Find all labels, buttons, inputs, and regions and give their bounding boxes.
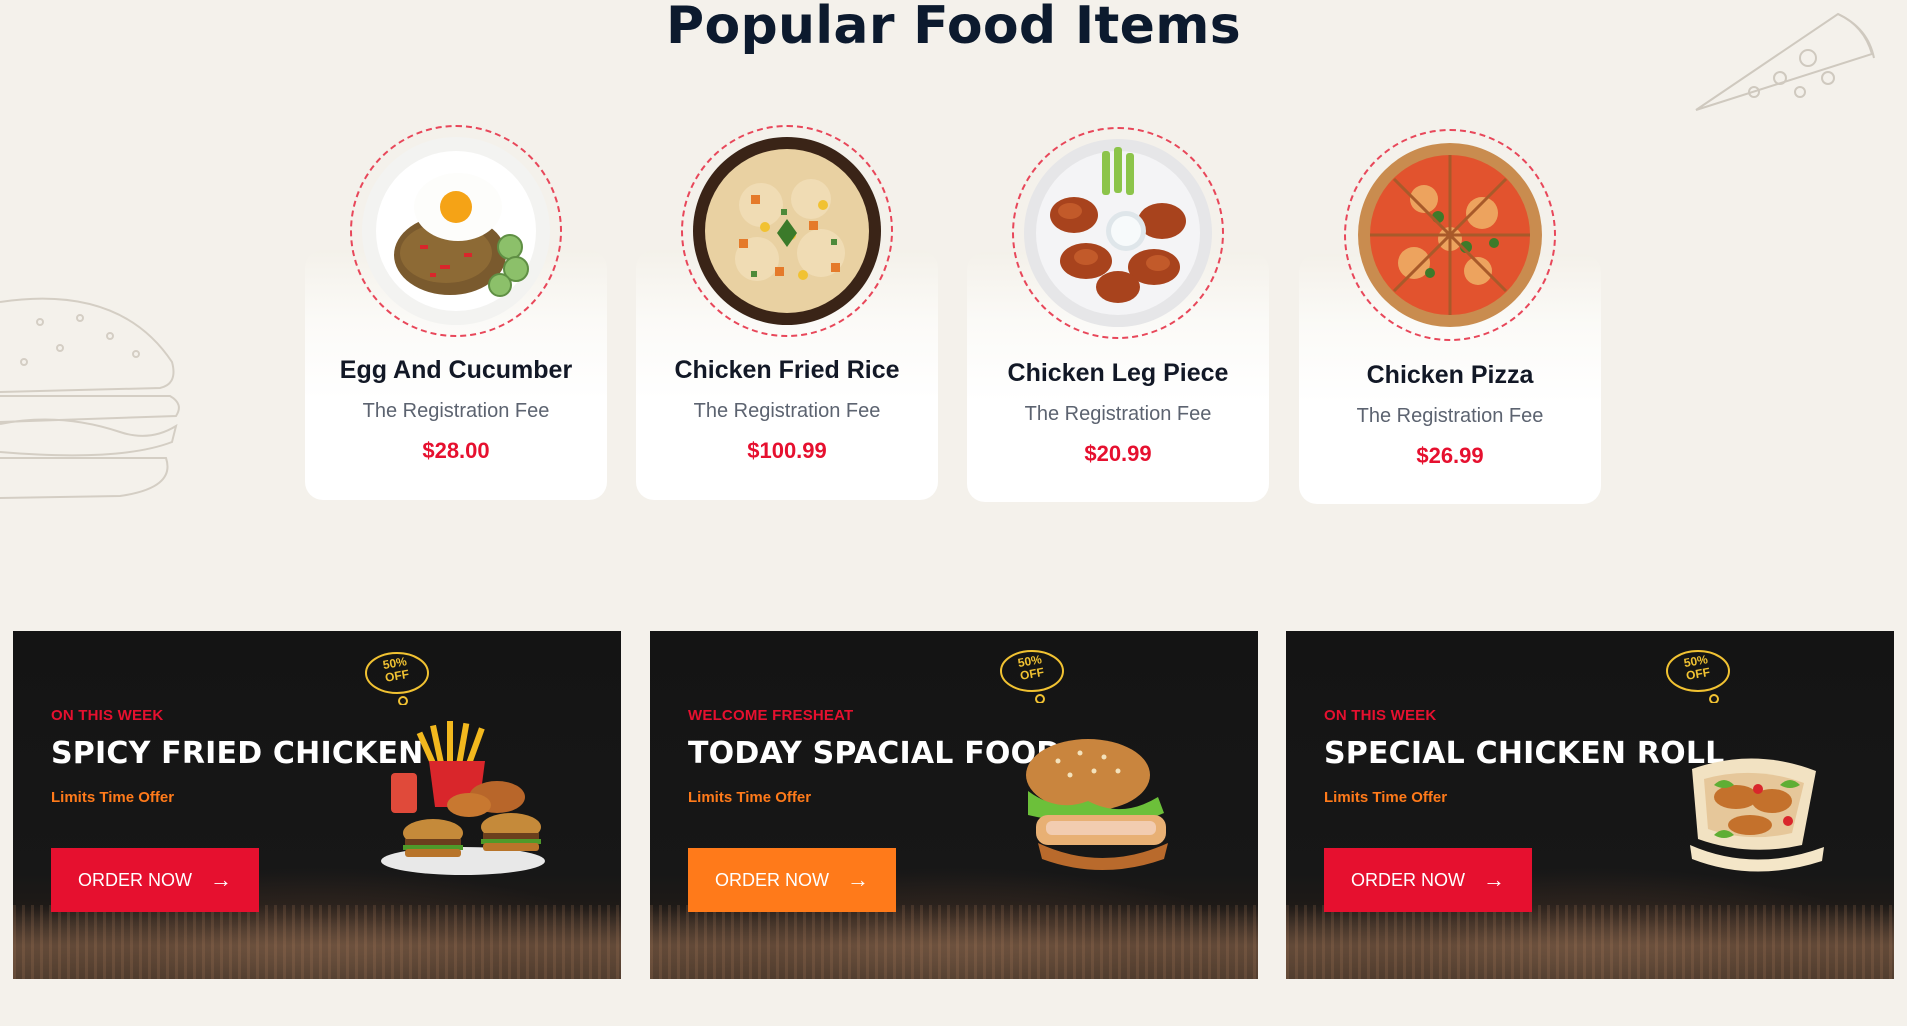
food-name: Chicken Fried Rice bbox=[674, 356, 900, 384]
food-price: $28.00 bbox=[422, 438, 490, 463]
food-image[interactable] bbox=[1012, 127, 1224, 339]
food-name: Chicken Leg Piece bbox=[1007, 359, 1229, 387]
order-now-button[interactable]: ORDER NOW → bbox=[51, 848, 259, 912]
chicken-wings-plate-icon bbox=[1024, 139, 1212, 327]
order-now-label: ORDER NOW bbox=[715, 869, 829, 890]
food-name: Chicken Pizza bbox=[1366, 361, 1534, 389]
food-subtitle: The Registration Fee bbox=[1024, 403, 1212, 425]
fried-chicken-combo-icon bbox=[381, 721, 545, 875]
food-subtitle: The Registration Fee bbox=[693, 400, 881, 422]
food-name: Egg And Cucumber bbox=[339, 356, 573, 384]
food-subtitle: The Registration Fee bbox=[362, 400, 550, 422]
food-price: $20.99 bbox=[1084, 441, 1152, 466]
order-now-label: ORDER NOW bbox=[78, 869, 192, 890]
food-image[interactable] bbox=[681, 125, 893, 337]
banner-floor bbox=[13, 905, 621, 979]
banner-title: SPECIAL CHICKEN ROLL bbox=[1324, 736, 1725, 771]
banner-offer: Limits Time Offer bbox=[51, 789, 175, 806]
promo-banner: WELCOME FRESHEAT TODAY SPACIAL FOOD Limi… bbox=[650, 631, 1258, 979]
pizza-icon bbox=[1358, 143, 1542, 327]
banner-kicker: ON THIS WEEK bbox=[1324, 707, 1437, 724]
banner-offer: Limits Time Offer bbox=[1324, 789, 1448, 806]
banner-kicker: ON THIS WEEK bbox=[51, 707, 164, 724]
banner-title: SPICY FRIED CHICKEN bbox=[51, 736, 424, 771]
order-now-button[interactable]: ORDER NOW → bbox=[688, 848, 896, 912]
food-price: $26.99 bbox=[1416, 443, 1484, 468]
popular-food-page: Popular Food Items Egg And Cucumber The … bbox=[0, 0, 1907, 1026]
arrow-right-icon: → bbox=[847, 867, 869, 892]
chicken-roll-icon bbox=[1690, 758, 1824, 872]
banner-floor bbox=[650, 905, 1258, 979]
banner-floor bbox=[1286, 905, 1894, 979]
promo-banner: ON THIS WEEK SPICY FRIED CHICKEN Limits … bbox=[13, 631, 621, 979]
banner-title: TODAY SPACIAL FOOD bbox=[688, 736, 1062, 771]
order-now-label: ORDER NOW bbox=[1351, 869, 1465, 890]
fried-rice-bowl-icon bbox=[693, 137, 881, 325]
food-image[interactable] bbox=[350, 125, 562, 337]
arrow-right-icon: → bbox=[210, 867, 232, 892]
banner-offer: Limits Time Offer bbox=[688, 789, 812, 806]
burger-sketch-icon bbox=[0, 297, 180, 499]
burger-icon bbox=[1026, 739, 1168, 870]
food-price: $100.99 bbox=[747, 438, 827, 463]
arrow-right-icon: → bbox=[1483, 867, 1505, 892]
food-subtitle: The Registration Fee bbox=[1356, 405, 1544, 427]
section-title: Popular Food Items bbox=[666, 0, 1241, 56]
promo-banner: ON THIS WEEK SPECIAL CHICKEN ROLL Limits… bbox=[1286, 631, 1894, 979]
order-now-button[interactable]: ORDER NOW → bbox=[1324, 848, 1532, 912]
banner-kicker: WELCOME FRESHEAT bbox=[688, 707, 854, 724]
egg-cucumber-plate-icon bbox=[362, 137, 550, 325]
food-image[interactable] bbox=[1344, 129, 1556, 341]
